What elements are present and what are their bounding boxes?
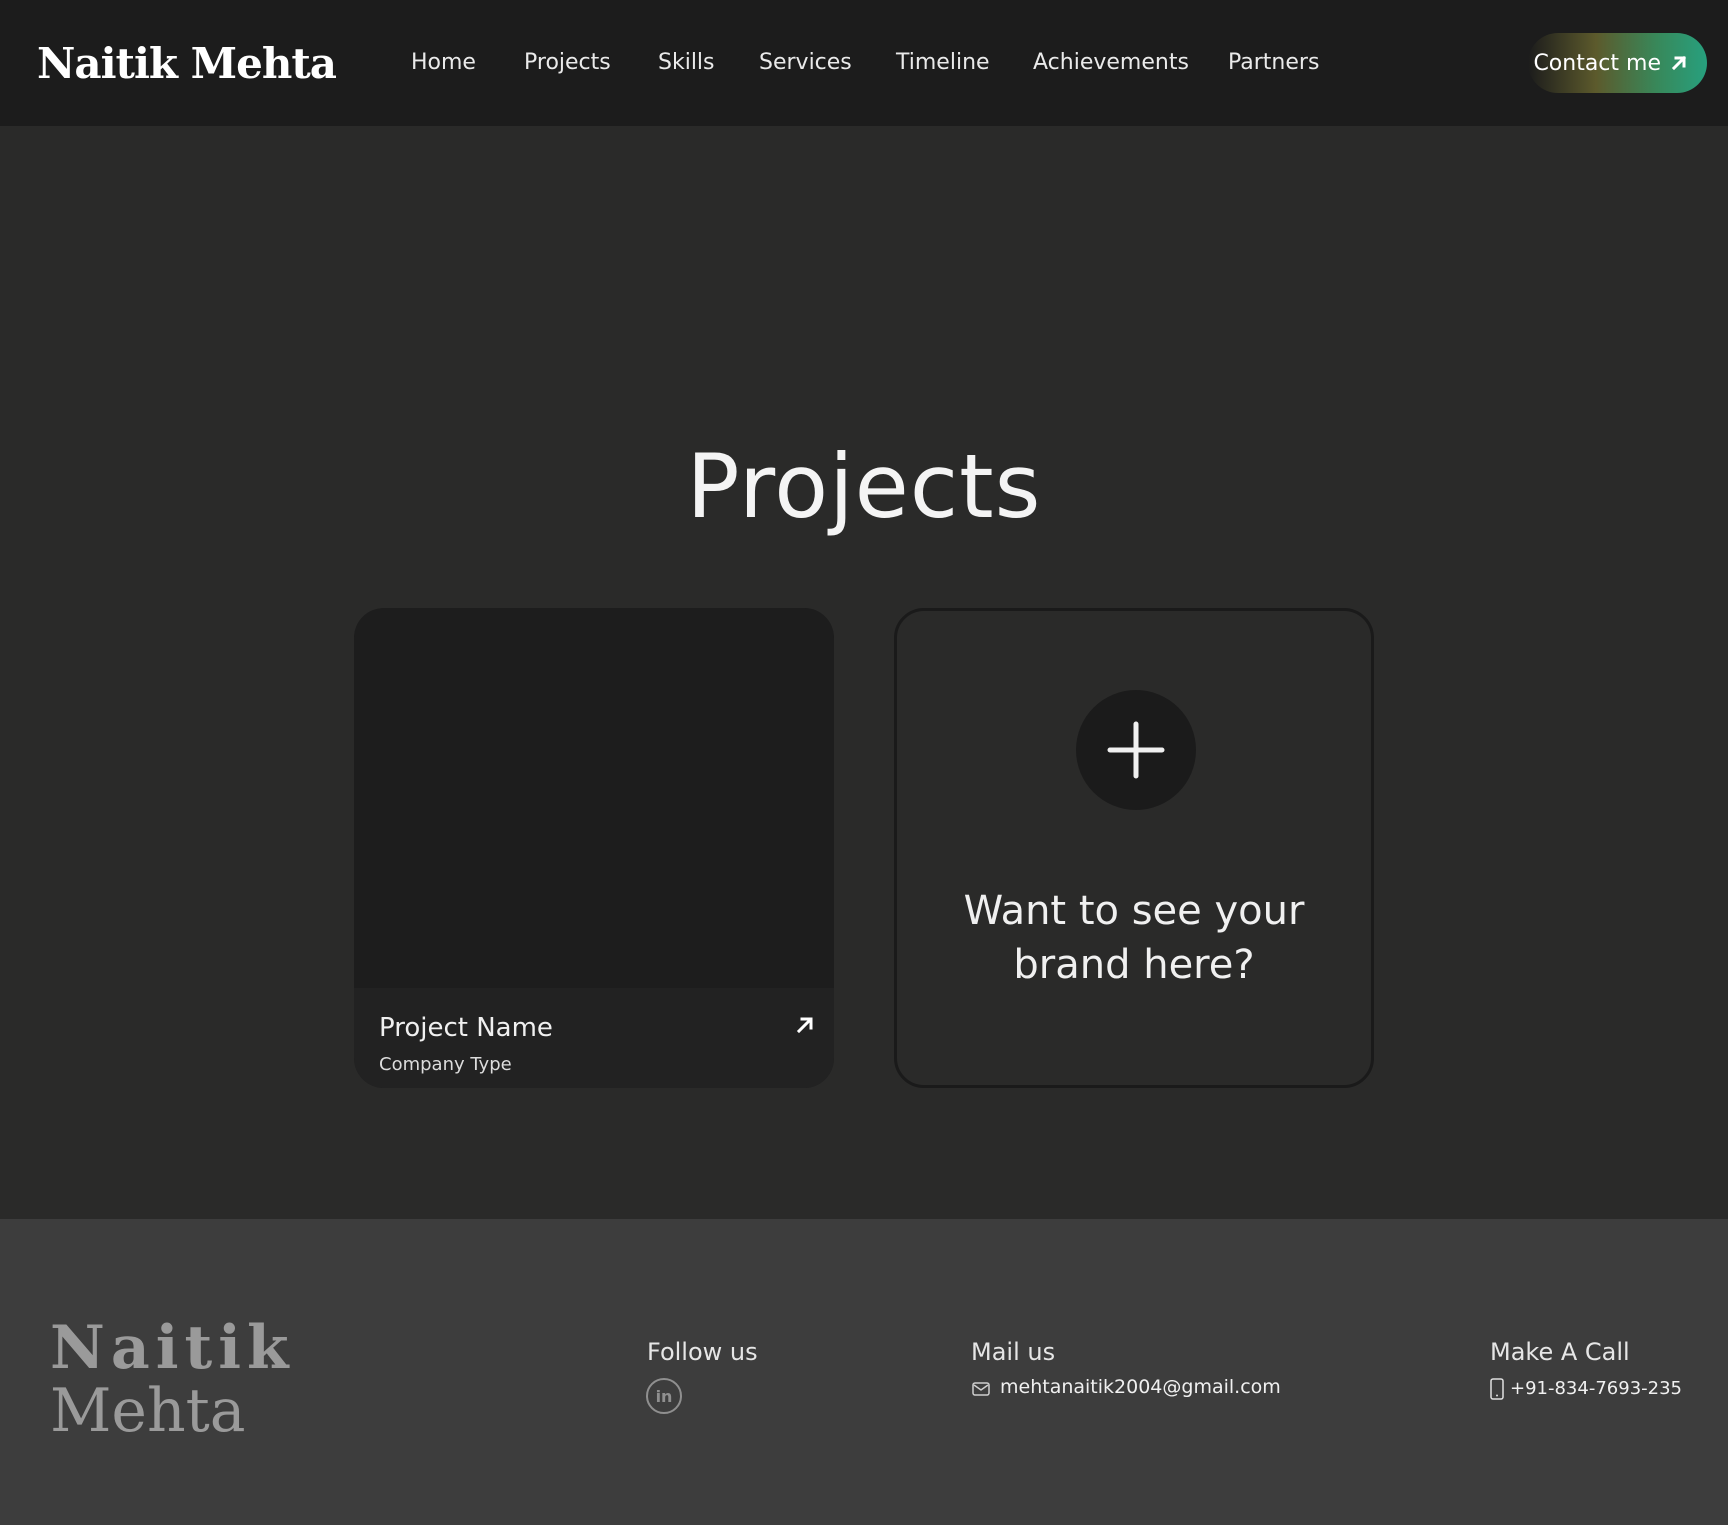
site-footer: Naitik Mehta Follow us in Mail us mehtan… xyxy=(0,1219,1728,1525)
cta-line-2: brand here? xyxy=(1013,942,1255,988)
footer-logo-first-name: Naitik xyxy=(50,1313,295,1383)
nav-timeline[interactable]: Timeline xyxy=(896,49,990,77)
page-title: Projects xyxy=(686,435,1042,538)
contact-me-label: Contact me xyxy=(1533,50,1661,76)
phone-link[interactable]: +91-834-7693-235 xyxy=(1510,1377,1682,1401)
project-card[interactable]: Project Name Company Type xyxy=(354,608,834,1088)
nav-skills[interactable]: Skills xyxy=(658,49,715,77)
nav-home[interactable]: Home xyxy=(411,49,476,77)
plus-icon xyxy=(1107,721,1165,779)
cta-text: Want to see your brand here? xyxy=(897,884,1371,992)
linkedin-label: in xyxy=(655,1386,673,1406)
project-thumbnail xyxy=(354,608,834,988)
follow-us-heading: Follow us xyxy=(647,1338,758,1366)
make-a-call-heading: Make A Call xyxy=(1490,1338,1630,1366)
site-header: Naitik Mehta Home Projects Skills Servic… xyxy=(0,0,1728,126)
project-info: Project Name Company Type xyxy=(354,988,834,1088)
contact-me-button[interactable]: Contact me xyxy=(1528,33,1707,93)
nav-services[interactable]: Services xyxy=(759,49,852,77)
mail-icon xyxy=(972,1382,990,1396)
arrow-up-right-icon[interactable] xyxy=(794,1014,816,1036)
footer-logo-last-name: Mehta xyxy=(50,1376,246,1446)
add-button[interactable] xyxy=(1076,690,1196,810)
add-brand-card[interactable]: Want to see your brand here? xyxy=(894,608,1374,1088)
nav-partners[interactable]: Partners xyxy=(1228,49,1319,77)
main-nav: Home Projects Skills Services Timeline A… xyxy=(0,0,1728,126)
phone-icon xyxy=(1490,1378,1504,1400)
mail-us-heading: Mail us xyxy=(971,1338,1056,1366)
nav-achievements[interactable]: Achievements xyxy=(1033,49,1189,77)
email-link[interactable]: mehtanaitik2004@gmail.com xyxy=(1000,1375,1281,1399)
arrow-up-right-icon xyxy=(1671,55,1687,71)
project-name: Project Name xyxy=(379,1013,553,1043)
project-type: Company Type xyxy=(379,1054,512,1075)
nav-projects[interactable]: Projects xyxy=(524,49,611,77)
linkedin-icon[interactable]: in xyxy=(646,1378,682,1414)
cta-line-1: Want to see your xyxy=(963,888,1305,934)
